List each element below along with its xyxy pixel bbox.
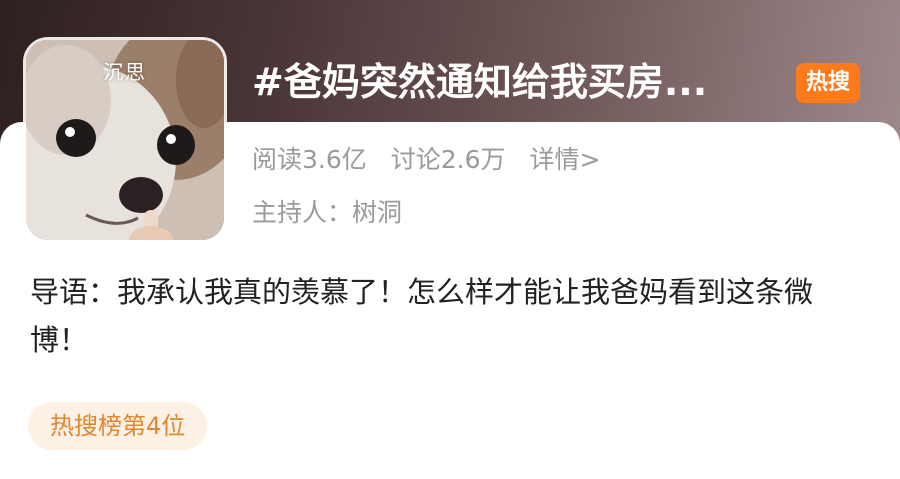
read-count: 阅读3.6亿 [252, 145, 367, 174]
hot-badge: 热搜 [796, 63, 860, 103]
discussion-count: 讨论2.6万 [390, 145, 506, 174]
host-label: 主持人：树洞 [252, 198, 403, 227]
topic-intro: 导语：我承认我真的羡慕了！怎么样才能让我爸妈看到这条微博！ [30, 275, 814, 357]
rank-chip[interactable]: 热搜榜第4位 [28, 402, 208, 450]
topic-title[interactable]: #爸妈突然通知给我买房... [252, 56, 772, 108]
topic-stats: 阅读3.6亿 讨论2.6万 详情> [252, 140, 600, 180]
details-link[interactable]: 详情> [530, 145, 601, 174]
avatar-caption: 沉思 [103, 60, 147, 84]
topic-avatar[interactable]: 沉思 [26, 40, 224, 240]
